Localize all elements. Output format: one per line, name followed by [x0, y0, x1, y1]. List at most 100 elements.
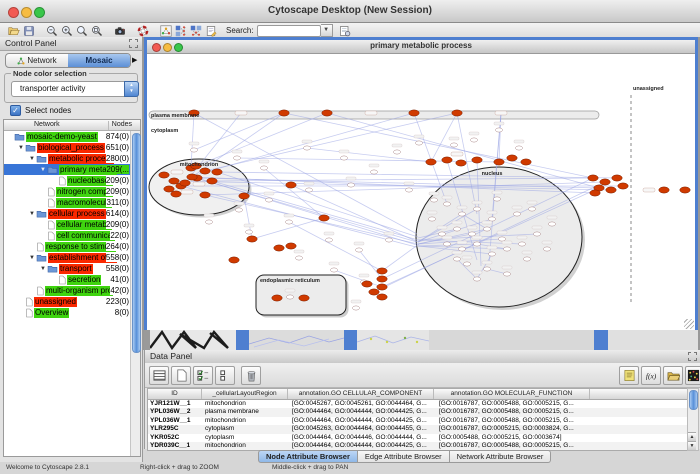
- save-icon[interactable]: [21, 24, 36, 37]
- network-node-selected-color[interactable]: [521, 159, 531, 165]
- tab-network[interactable]: Network: [6, 54, 68, 67]
- column-header[interactable]: ID: [148, 389, 202, 399]
- network-node[interactable]: [489, 252, 496, 256]
- network-node-selected-color[interactable]: [322, 110, 332, 116]
- tree-expand-icon[interactable]: ▼: [28, 211, 36, 217]
- network-node[interactable]: [304, 146, 311, 150]
- import-attributes-icon[interactable]: [663, 366, 683, 385]
- network-node-selected-color[interactable]: [494, 159, 504, 165]
- network-node-selected-color[interactable]: [247, 236, 257, 242]
- column-header[interactable]: _cellularLayoutRegion: [202, 389, 288, 399]
- network-node[interactable]: [516, 146, 523, 150]
- network-node[interactable]: [394, 150, 401, 154]
- network-window-titlebar[interactable]: primary metabolic process: [147, 40, 695, 54]
- scroll-up-icon[interactable]: ▲: [688, 432, 696, 441]
- network-node-selected-color[interactable]: [452, 110, 462, 116]
- tree-row-secretion[interactable]: secretion41(0): [4, 274, 131, 285]
- network-node-selected-color[interactable]: [286, 243, 296, 249]
- network-node-selected-color[interactable]: [286, 182, 296, 188]
- column-header[interactable]: annotation.GO CELLULAR_COMPONENT: [288, 389, 434, 399]
- tree-row-cell-communicat[interactable]: cell communicat22(0): [4, 230, 131, 241]
- tab-node-attribute-browser[interactable]: Node Attribute Browser: [258, 450, 358, 463]
- network-node-selected-color[interactable]: [588, 175, 598, 181]
- tab-network-attribute-browser[interactable]: Network Attribute Browser: [450, 450, 552, 463]
- tree-row-nitrogen-compo[interactable]: nitrogen compo209(0): [4, 186, 131, 197]
- tree-row-primary-metabo[interactable]: ▼primary metabo209(...: [4, 164, 131, 175]
- open-file-icon[interactable]: [6, 24, 21, 37]
- tab-overflow-arrow[interactable]: ▶: [132, 56, 137, 64]
- network-canvas[interactable]: plasma membranecytoplasmmitochondrionnuc…: [147, 54, 695, 327]
- network-node-selected-color[interactable]: [590, 190, 600, 196]
- overview-window-fragment[interactable]: [150, 330, 236, 350]
- network-node[interactable]: [236, 208, 243, 212]
- network-node[interactable]: [444, 242, 451, 246]
- network-node-selected-color[interactable]: [369, 289, 379, 295]
- network-node[interactable]: [266, 198, 273, 202]
- network-node[interactable]: [286, 220, 293, 224]
- tree-row-metabolic-process[interactable]: ▼metabolic process280(0): [4, 153, 131, 164]
- network-node[interactable]: [454, 257, 461, 261]
- table-row[interactable]: YLR295Ccytoplasm[GO:0045263, GO:0044464,…: [148, 425, 691, 433]
- network-node[interactable]: [341, 156, 348, 160]
- unselect-attributes-icon[interactable]: [215, 366, 235, 385]
- table-cell[interactable]: mitochondrion: [203, 400, 290, 408]
- tree-row-mosaic-demo-yeast[interactable]: mosaic-demo-yeast874(0): [4, 131, 131, 142]
- network-window-fragment[interactable]: [249, 330, 344, 350]
- float-panel-icon[interactable]: [688, 352, 697, 361]
- network-node[interactable]: [353, 306, 360, 310]
- network-node[interactable]: [514, 212, 521, 216]
- tree-row-macromolecule[interactable]: macromolecule311(0): [4, 197, 131, 208]
- table-cell[interactable]: [GO:0016787, GO:0005488, GO:0005215, G..…: [437, 400, 594, 408]
- zoom-fit-icon[interactable]: [74, 24, 89, 37]
- network-node[interactable]: [439, 232, 446, 236]
- network-node[interactable]: [191, 148, 198, 152]
- network-node-selected-color[interactable]: [229, 257, 239, 263]
- network-node[interactable]: [534, 232, 541, 236]
- table-cell[interactable]: YDR039C__1: [148, 442, 203, 450]
- network-node-selected-color[interactable]: [426, 159, 436, 165]
- notes-icon[interactable]: [619, 366, 639, 385]
- table-cell[interactable]: [GO:0044464, GO:0044446, GO:0044444, G..…: [290, 434, 437, 442]
- network-node-selected-color[interactable]: [377, 276, 387, 282]
- network-node-selected-color[interactable]: [159, 172, 169, 178]
- tree-expand-icon[interactable]: ▼: [39, 266, 47, 272]
- zoom-selected-icon[interactable]: [89, 24, 104, 37]
- resize-grip-icon[interactable]: [684, 319, 694, 329]
- tree-row-cellular-process[interactable]: ▼cellular process614(0): [4, 208, 131, 219]
- network-node-selected-color[interactable]: [472, 157, 482, 163]
- tree-expand-icon[interactable]: ▼: [39, 167, 47, 173]
- network-node-selected-color[interactable]: [659, 187, 669, 193]
- tree-row-overview[interactable]: Overview8(0): [4, 307, 131, 318]
- network-settings-icon[interactable]: [338, 24, 353, 37]
- network-node[interactable]: [234, 156, 241, 160]
- network-node[interactable]: [206, 220, 213, 224]
- network-node[interactable]: [459, 212, 466, 216]
- network-node[interactable]: [504, 247, 511, 251]
- select-nodes-checkbox[interactable]: ✓: [10, 105, 21, 116]
- search-dropdown-button[interactable]: ▼: [321, 24, 333, 37]
- table-cell[interactable]: plasma membrane: [203, 408, 290, 416]
- select-attributes-icon[interactable]: [193, 366, 213, 385]
- network-nodes-icon[interactable]: [188, 24, 203, 37]
- network-node-selected-color[interactable]: [279, 110, 289, 116]
- network-node[interactable]: [406, 188, 413, 192]
- network-node[interactable]: [386, 238, 393, 242]
- tree-row-establishment-of-lo[interactable]: ▼establishment of lo558(0): [4, 252, 131, 263]
- network-node[interactable]: [296, 256, 303, 260]
- network-node-selected-color[interactable]: [377, 284, 387, 290]
- table-cell[interactable]: YPL036W__1: [148, 417, 203, 425]
- network-node[interactable]: [348, 183, 355, 187]
- network-node-selected-color[interactable]: [239, 193, 249, 199]
- tab-edge-attribute-browser[interactable]: Edge Attribute Browser: [358, 450, 450, 463]
- annotation-icon[interactable]: [203, 24, 218, 37]
- network-window-fragment[interactable]: [357, 330, 429, 350]
- network-node[interactable]: [326, 238, 333, 242]
- network-node[interactable]: [454, 227, 461, 231]
- table-cell[interactable]: YLR295C: [148, 425, 203, 433]
- network-node[interactable]: [484, 227, 491, 231]
- help-lifering-icon[interactable]: [135, 24, 150, 37]
- network-node[interactable]: [549, 222, 556, 226]
- network-node[interactable]: [261, 166, 268, 170]
- network-node[interactable]: [429, 217, 436, 221]
- tree-row-unassigned[interactable]: unassigned223(0): [4, 296, 131, 307]
